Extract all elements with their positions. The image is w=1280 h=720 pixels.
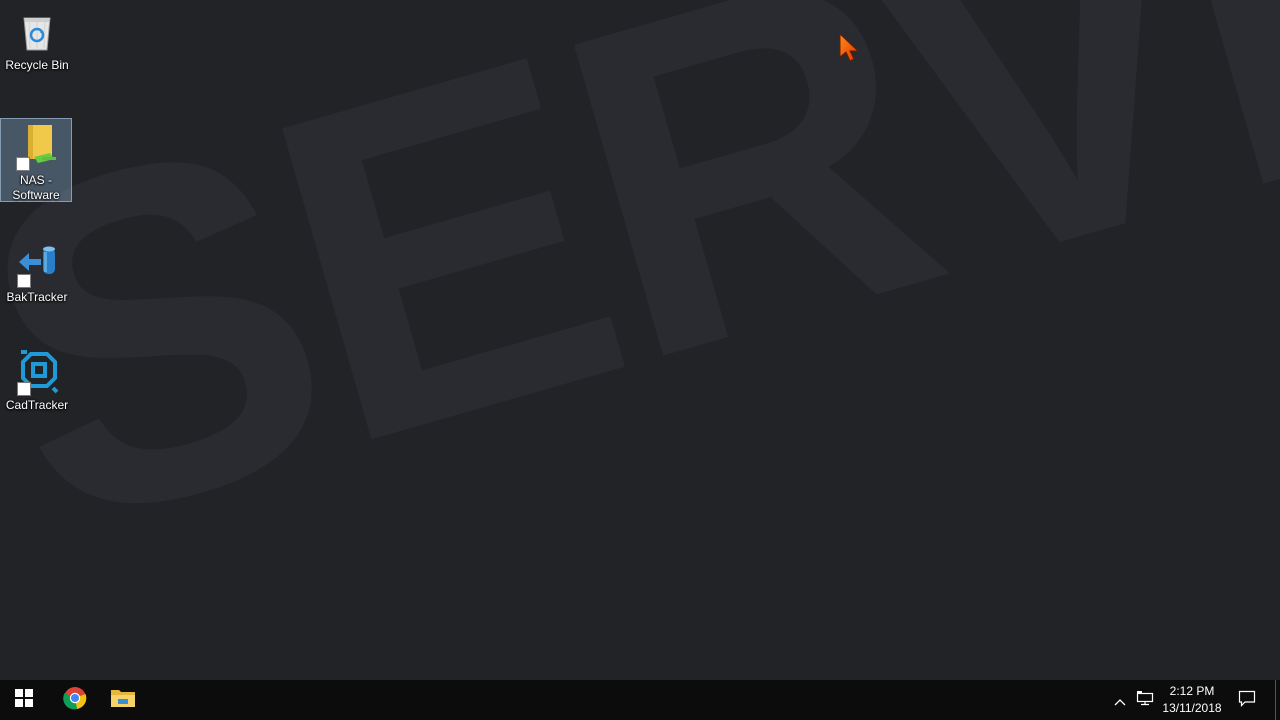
taskbar-file-explorer-button[interactable] [99, 680, 147, 720]
wallpaper-text: SERVER [0, 0, 1280, 628]
desktop[interactable]: SERVER Recycle Bin NAS - Software BakTra… [0, 0, 1280, 680]
action-center-icon [1238, 689, 1256, 711]
cadtracker-shortcut-icon [13, 348, 61, 396]
desktop-icon-nas-software[interactable]: NAS - Software [0, 118, 72, 202]
action-center-button[interactable] [1224, 680, 1270, 720]
desktop-icon-cadtracker[interactable]: CadTracker [1, 344, 73, 413]
taskbar-chrome-button[interactable] [51, 680, 99, 720]
windows-logo-icon [15, 689, 33, 711]
start-button[interactable] [0, 680, 48, 720]
folder-network-shortcut-icon [12, 123, 60, 171]
network-tray-button[interactable] [1132, 680, 1158, 720]
taskbar-clock[interactable]: 2:12 PM 13/11/2018 [1160, 683, 1224, 717]
shortcut-arrow-icon [17, 382, 31, 396]
desktop-icon-label: Recycle Bin [5, 58, 69, 72]
file-explorer-icon [110, 687, 136, 713]
shortcut-arrow-icon [16, 157, 30, 171]
mouse-cursor-icon [838, 32, 862, 71]
show-desktop-button[interactable] [1275, 680, 1276, 720]
desktop-icon-label: NAS - Software [12, 173, 60, 202]
chrome-icon [63, 686, 87, 714]
desktop-icon-label: CadTracker [5, 398, 69, 412]
recycle-bin-icon [13, 8, 61, 56]
clock-time: 2:12 PM [1169, 684, 1215, 698]
shortcut-arrow-icon [17, 274, 31, 288]
baktracker-shortcut-icon [13, 240, 61, 288]
desktop-icon-label: BakTracker [6, 290, 68, 304]
desktop-icon-recycle-bin[interactable]: Recycle Bin [1, 4, 73, 73]
taskbar: 2:12 PM 13/11/2018 [0, 680, 1280, 720]
show-hidden-icons-button[interactable] [1108, 680, 1132, 720]
clock-date: 13/11/2018 [1162, 701, 1222, 715]
desktop-icon-baktracker[interactable]: BakTracker [1, 236, 73, 305]
chevron-up-icon [1114, 691, 1126, 710]
network-icon [1136, 690, 1154, 710]
